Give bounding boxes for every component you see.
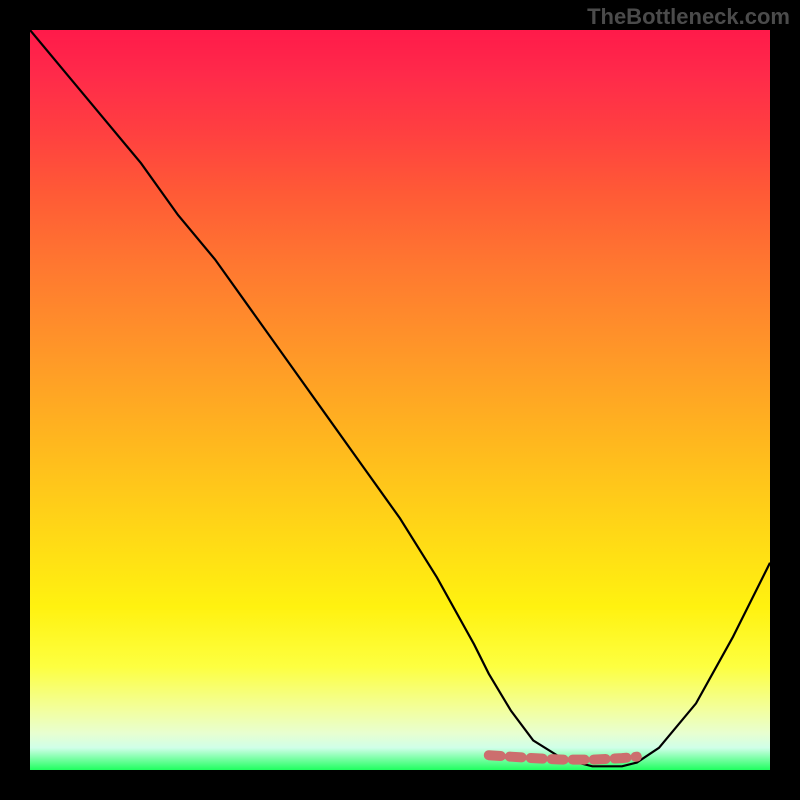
chart-container: TheBottleneck.com	[0, 0, 800, 800]
bottleneck-curve-path	[30, 30, 770, 766]
plot-area	[30, 30, 770, 770]
attribution-text: TheBottleneck.com	[587, 4, 790, 30]
curve-layer	[30, 30, 770, 770]
optimal-band-marker-path	[489, 755, 637, 759]
